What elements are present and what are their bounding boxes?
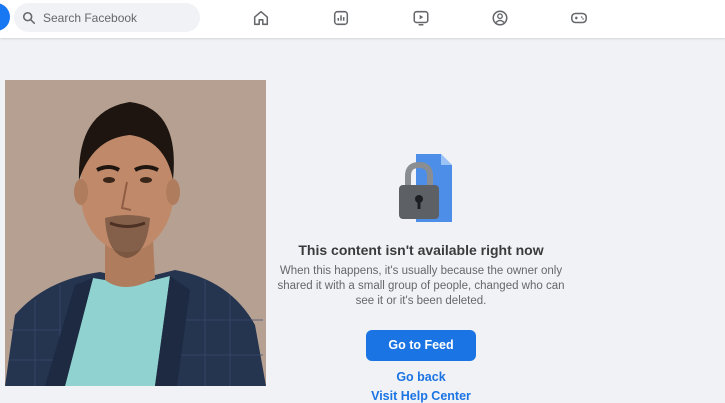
person-portrait-image bbox=[5, 80, 266, 386]
gaming-icon bbox=[571, 12, 587, 24]
search-placeholder: Search Facebook bbox=[43, 10, 138, 25]
pages-icon bbox=[333, 10, 349, 26]
nav-pages[interactable] bbox=[331, 8, 351, 28]
message-title: This content isn't available right now bbox=[298, 242, 544, 258]
top-navigation-bar: Search Facebook bbox=[0, 0, 725, 38]
search-input[interactable]: Search Facebook bbox=[14, 3, 200, 32]
go-to-feed-button[interactable]: Go to Feed bbox=[366, 330, 476, 361]
unavailable-content-message: This content isn't available right now W… bbox=[276, 150, 566, 403]
message-description: When this happens, it's usually because … bbox=[277, 265, 565, 307]
visit-help-center-link[interactable]: Visit Help Center bbox=[276, 389, 566, 403]
groups-icon bbox=[492, 10, 508, 26]
locked-document-icon bbox=[399, 154, 452, 222]
watch-icon bbox=[413, 10, 429, 26]
profile-photo bbox=[5, 80, 266, 386]
facebook-logo-icon[interactable] bbox=[0, 3, 10, 31]
home-icon bbox=[253, 10, 269, 26]
nav-groups[interactable] bbox=[490, 8, 510, 28]
search-icon bbox=[22, 11, 36, 24]
nav-watch[interactable] bbox=[411, 8, 431, 28]
go-back-link[interactable]: Go back bbox=[276, 370, 566, 384]
nav-home[interactable] bbox=[251, 8, 271, 28]
nav-gaming[interactable] bbox=[569, 8, 589, 28]
